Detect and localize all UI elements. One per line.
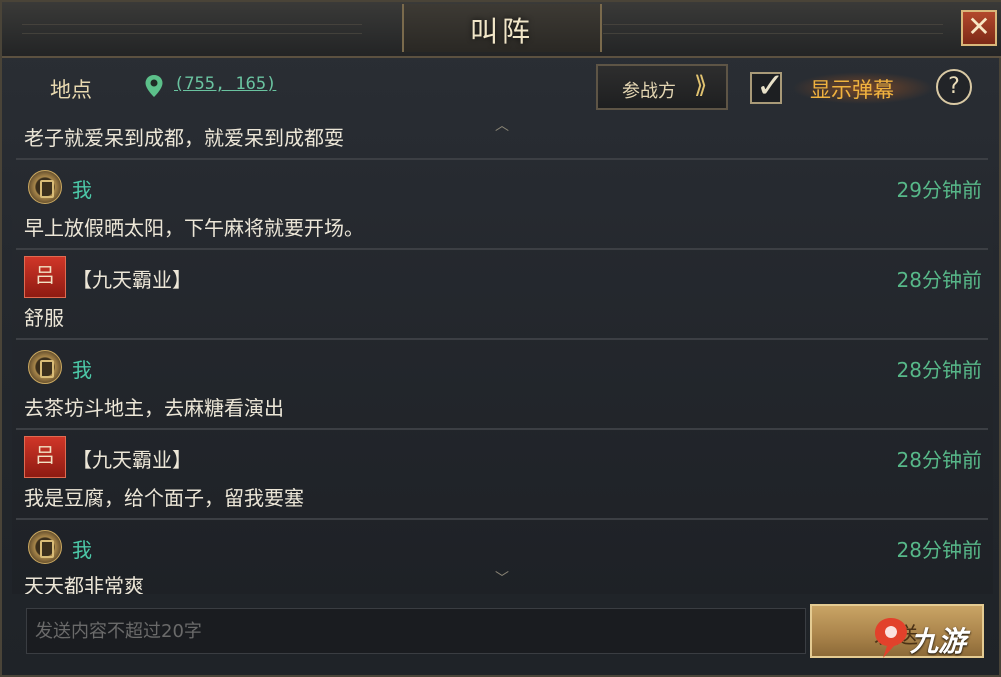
watermark-icon — [875, 618, 907, 658]
question-icon: ? — [948, 74, 960, 99]
sender-name[interactable]: 我 — [72, 534, 92, 563]
title-bar: 叫阵 ✕ — [2, 2, 1001, 58]
checkmark-icon: ✓ — [756, 66, 785, 106]
scroll-down-icon[interactable]: ﹀ — [482, 572, 522, 586]
double-chevron-right-icon: ⟫ — [694, 71, 708, 99]
watermark-logo: 九游 — [868, 610, 988, 664]
list-item: 我 28分钟前 去茶坊斗地主，去麻糖看演出 — [16, 338, 988, 428]
participants-label: 参战方 — [622, 81, 676, 102]
alliance-banner-icon: 吕 — [24, 256, 66, 298]
sender-name[interactable]: 【九天霸业】 — [72, 264, 192, 293]
message-list[interactable]: ︿ 老子就爱呆到成都，就爱呆到成都耍 我 29分钟前 早上放假晒太阳，下午麻将就… — [12, 116, 993, 594]
map-pin-icon — [145, 75, 163, 97]
message-time: 29分钟前 — [896, 178, 982, 202]
message-time: 28分钟前 — [896, 538, 982, 562]
window-title: 叫阵 — [469, 15, 534, 48]
alliance-banner-icon: 吕 — [24, 436, 66, 478]
player-emblem-icon — [28, 530, 62, 564]
watermark-text: 九游 — [910, 625, 967, 658]
list-item: 吕 【九天霸业】 28分钟前 舒服 — [16, 248, 988, 338]
participants-button[interactable]: 参战方 ⟫ — [596, 64, 728, 110]
sender-name[interactable]: 我 — [72, 354, 92, 383]
message-text: 早上放假晒太阳，下午麻将就要开场。 — [24, 216, 364, 240]
message-text: 我是豆腐，给个面子，留我要塞 — [24, 486, 304, 510]
close-button[interactable]: ✕ — [961, 10, 997, 46]
player-emblem-icon — [28, 170, 62, 204]
title-decoration-right — [603, 24, 943, 34]
help-button[interactable]: ? — [936, 69, 972, 105]
message-time: 28分钟前 — [896, 448, 982, 472]
message-time: 28分钟前 — [896, 358, 982, 382]
message-input[interactable] — [26, 608, 806, 654]
list-item: 老子就爱呆到成都，就爱呆到成都耍 — [16, 116, 988, 158]
toolbar: 地点 (755, 165) 参战方 ⟫ ✓ 显示弹幕 ? — [12, 62, 993, 114]
list-item: 吕 【九天霸业】 28分钟前 我是豆腐，给个面子，留我要塞 — [16, 428, 988, 518]
player-emblem-icon — [28, 350, 62, 384]
sender-name[interactable]: 我 — [72, 174, 92, 203]
message-time: 28分钟前 — [896, 268, 982, 292]
battle-chat-window: 叫阵 ✕ 地点 (755, 165) 参战方 ⟫ ✓ 显示弹幕 ? ︿ 老子就爱… — [0, 0, 1001, 677]
message-text: 天天都非常爽 — [24, 574, 144, 594]
input-row: 发送 — [12, 598, 993, 668]
message-text: 去茶坊斗地主，去麻糖看演出 — [24, 396, 284, 420]
list-item: 我 29分钟前 早上放假晒太阳，下午麻将就要开场。 — [16, 158, 988, 248]
show-danmu-label[interactable]: 显示弹幕 — [810, 74, 894, 104]
close-icon: ✕ — [967, 10, 991, 43]
title-decoration-left — [22, 24, 362, 34]
coordinates-link[interactable]: (755, 165) — [174, 74, 276, 94]
location-label: 地点 — [50, 78, 92, 102]
sender-name[interactable]: 【九天霸业】 — [72, 444, 192, 473]
message-text: 老子就爱呆到成都，就爱呆到成都耍 — [24, 126, 344, 150]
message-text: 舒服 — [24, 306, 64, 330]
show-danmu-checkbox[interactable]: ✓ — [750, 66, 785, 106]
